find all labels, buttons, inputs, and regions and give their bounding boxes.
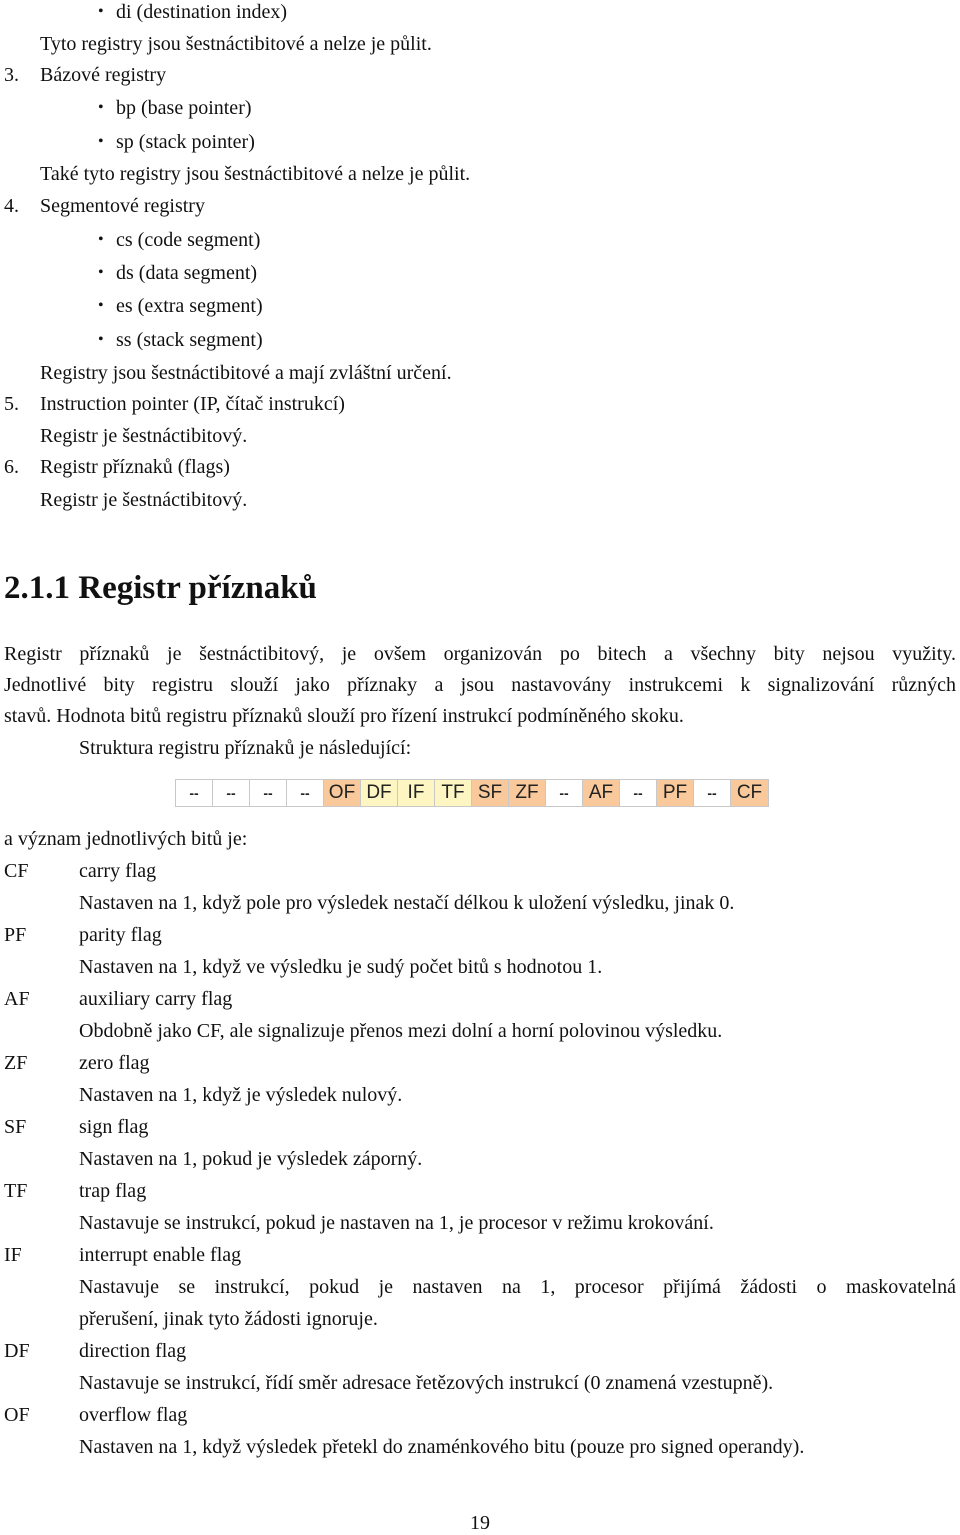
bullet-icon: • xyxy=(98,99,104,116)
flag-cell-if: IF xyxy=(398,780,435,806)
flag-name-sf: sign flag xyxy=(79,1116,149,1138)
flag-name-zf: zero flag xyxy=(79,1052,150,1074)
list-item-di: di (destination index) xyxy=(116,1,288,23)
flag-cell-unused: -- xyxy=(176,780,213,806)
paragraph-line-2: Jednotlivé bity registru slouží jako pří… xyxy=(4,674,956,696)
flag-abbr-tf: TF xyxy=(4,1180,28,1202)
flag-abbr-cf: CF xyxy=(4,860,29,882)
section-title-flags-register: Registr příznaků (flags) xyxy=(40,456,230,478)
flag-cell-unused: -- xyxy=(287,780,324,806)
flag-description-tf: Nastavuje se instrukcí, pokud je nastave… xyxy=(79,1212,714,1234)
flag-description-zf: Nastaven na 1, když je výsledek nulový. xyxy=(79,1084,403,1106)
flag-description-if: Nastavuje se instrukcí, pokud je nastave… xyxy=(79,1276,956,1298)
flag-abbr-of: OF xyxy=(4,1404,30,1426)
flag-cell-sf: SF xyxy=(472,780,509,806)
flag-name-df: direction flag xyxy=(79,1340,187,1362)
flag-description-of: Nastaven na 1, když výsledek přetekl do … xyxy=(79,1436,805,1458)
paragraph-line-1: Registr příznaků je šestnáctibitový, je … xyxy=(4,643,956,665)
flag-description-df: Nastavuje se instrukcí, řídí směr adresa… xyxy=(79,1372,774,1394)
flag-abbr-sf: SF xyxy=(4,1116,27,1138)
list-item-cs: cs (code segment) xyxy=(116,229,261,251)
flag-description-af: Obdobně jako CF, ale signalizuje přenos … xyxy=(79,1020,723,1042)
flag-description-sf: Nastaven na 1, pokud je výsledek záporný… xyxy=(79,1148,423,1170)
paragraph-line-3: stavů. Hodnota bitů registru příznaků sl… xyxy=(4,705,684,727)
flag-description-if: přerušení, jinak tyto žádosti ignoruje. xyxy=(79,1308,378,1330)
list-item-ss: ss (stack segment) xyxy=(116,329,263,351)
flag-cell-unused: -- xyxy=(620,780,657,806)
section-title-base-registers: Bázové registry xyxy=(40,64,167,86)
flag-name-of: overflow flag xyxy=(79,1404,188,1426)
flag-cell-unused: -- xyxy=(546,780,583,806)
flag-name-if: interrupt enable flag xyxy=(79,1244,242,1266)
section-number-3: 3. xyxy=(4,64,19,86)
section-number-6: 6. xyxy=(4,456,19,478)
list-item-bp: bp (base pointer) xyxy=(116,97,252,119)
flag-cell-of: OF xyxy=(324,780,361,806)
flag-cell-df: DF xyxy=(361,780,398,806)
flag-cell-pf: PF xyxy=(657,780,694,806)
flag-cell-cf: CF xyxy=(731,780,768,806)
flag-name-tf: trap flag xyxy=(79,1180,147,1202)
page-number: 19 xyxy=(470,1512,490,1534)
section-number-5: 5. xyxy=(4,393,19,415)
flag-cell-unused: -- xyxy=(694,780,731,806)
flag-abbr-df: DF xyxy=(4,1340,30,1362)
section-number-4: 4. xyxy=(4,195,19,217)
note-segment-registers: Registry jsou šestnáctibitové a mají zvl… xyxy=(40,362,452,384)
section-title-instruction-pointer: Instruction pointer (IP, čítač instrukcí… xyxy=(40,393,345,415)
flag-cell-unused: -- xyxy=(213,780,250,806)
bullet-icon: • xyxy=(98,331,104,348)
flag-abbr-zf: ZF xyxy=(4,1052,28,1074)
note-instruction-pointer: Registr je šestnáctibitový. xyxy=(40,425,248,447)
note-flags-register: Registr je šestnáctibitový. xyxy=(40,489,248,511)
flag-cell-unused: -- xyxy=(250,780,287,806)
note-base-registers: Také tyto registry jsou šestnáctibitové … xyxy=(40,163,471,185)
meaning-intro: a význam jednotlivých bitů je: xyxy=(4,828,248,850)
flag-abbr-af: AF xyxy=(4,988,30,1010)
list-item-ds: ds (data segment) xyxy=(116,262,258,284)
flag-description-cf: Nastaven na 1, když pole pro výsledek ne… xyxy=(79,892,735,914)
flag-abbr-pf: PF xyxy=(4,924,27,946)
flag-cell-af: AF xyxy=(583,780,620,806)
flag-description-pf: Nastaven na 1, když ve výsledku je sudý … xyxy=(79,956,603,978)
flag-cell-tf: TF xyxy=(435,780,472,806)
bullet-icon: • xyxy=(98,3,104,20)
flag-cell-zf: ZF xyxy=(509,780,546,806)
flag-abbr-if: IF xyxy=(4,1244,22,1266)
bullet-icon: • xyxy=(98,264,104,281)
flag-name-pf: parity flag xyxy=(79,924,162,946)
bullet-icon: • xyxy=(98,297,104,314)
bullet-icon: • xyxy=(98,133,104,150)
section-title-segment-registers: Segmentové registry xyxy=(40,195,205,217)
flag-name-af: auxiliary carry flag xyxy=(79,988,233,1010)
flags-register-table: -- -- -- -- OF DF IF TF SF ZF -- AF -- PF -- CF xyxy=(175,779,769,807)
section-heading: 2.1.1 Registr příznaků xyxy=(4,570,317,606)
bullet-icon: • xyxy=(98,231,104,248)
list-item-es: es (extra segment) xyxy=(116,295,263,317)
note-index-registers: Tyto registry jsou šestnáctibitové a nel… xyxy=(40,33,432,55)
structure-intro: Struktura registru příznaků je následují… xyxy=(79,737,412,759)
flag-name-cf: carry flag xyxy=(79,860,157,882)
list-item-sp: sp (stack pointer) xyxy=(116,131,255,153)
